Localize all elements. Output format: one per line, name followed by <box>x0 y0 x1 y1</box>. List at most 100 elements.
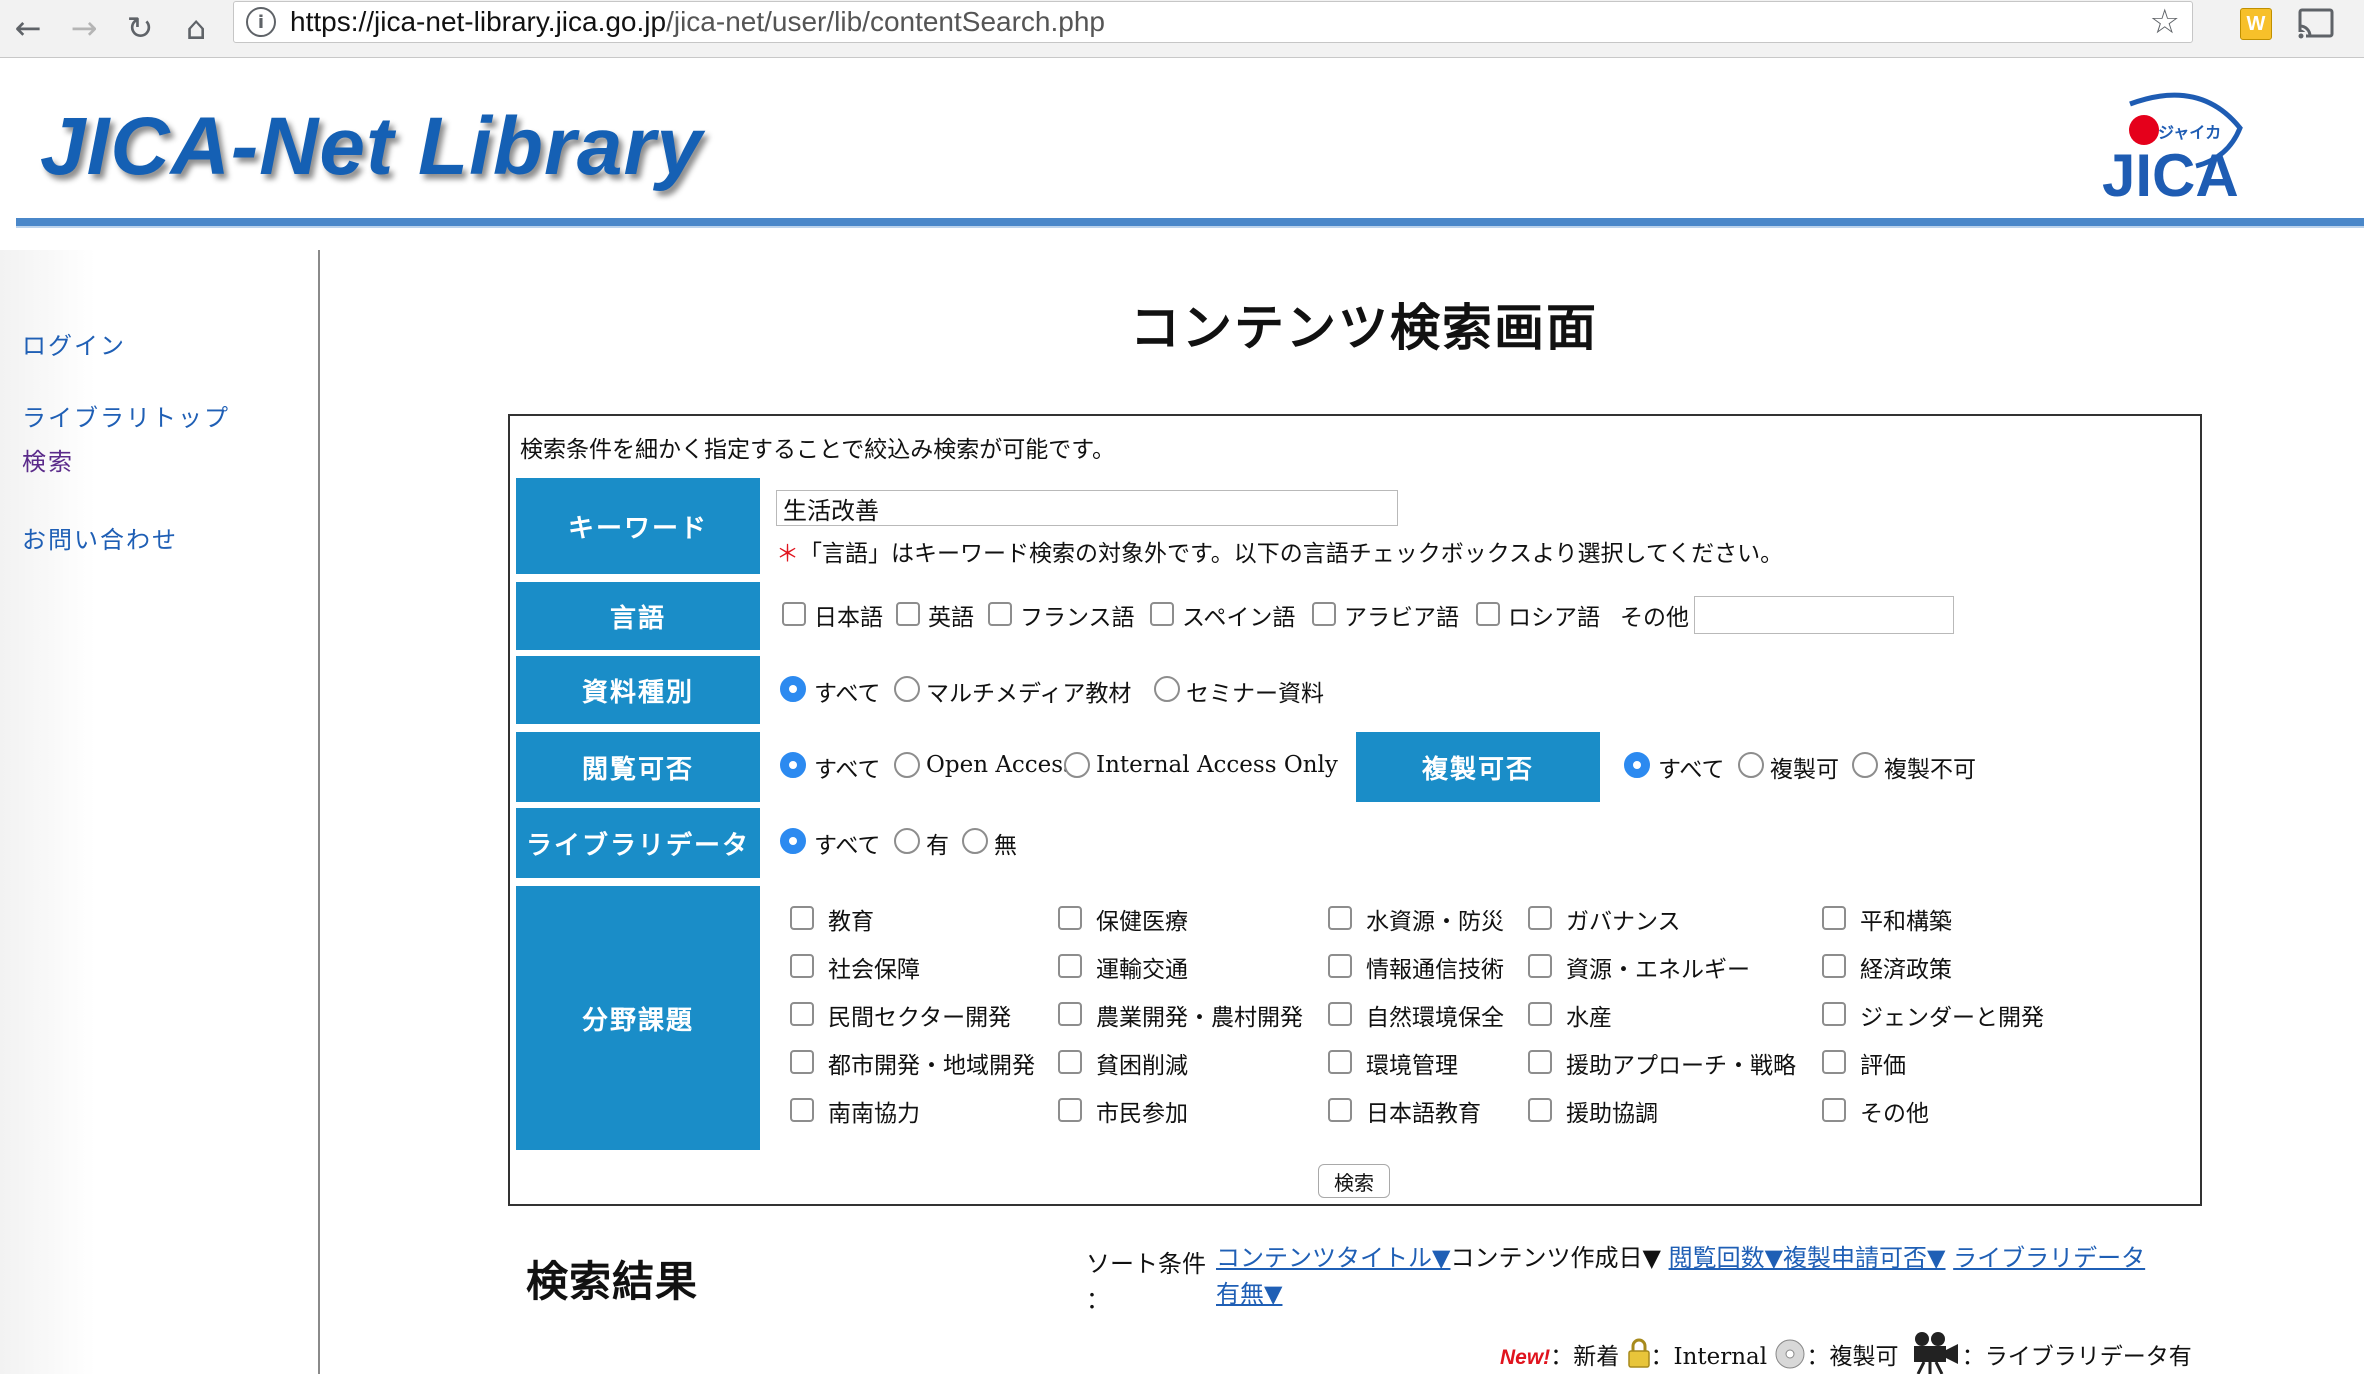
field-option-label: 南南協力 <box>828 1101 920 1127</box>
material-type-radio-multimedia[interactable] <box>894 676 920 702</box>
sidebar-item-login[interactable]: ログイン <box>22 326 126 361</box>
field-option-label: 水資源・防災 <box>1366 909 1504 935</box>
field-checkbox[interactable] <box>1822 1098 1846 1122</box>
disc-icon <box>1774 1338 1806 1374</box>
field-option-label: 水産 <box>1566 1005 1612 1031</box>
language-checkbox-russian[interactable] <box>1476 602 1500 626</box>
field-checkbox[interactable] <box>1058 906 1082 930</box>
language-checkbox-english[interactable] <box>896 602 920 626</box>
field-checkbox[interactable] <box>1822 1002 1846 1026</box>
field-checkbox[interactable] <box>790 1098 814 1122</box>
field-checkbox[interactable] <box>790 954 814 978</box>
field-checkbox[interactable] <box>790 1002 814 1026</box>
library-data-option-no: 無 <box>994 833 1017 859</box>
field-checkbox[interactable] <box>1058 954 1082 978</box>
field-checkbox[interactable] <box>1528 906 1552 930</box>
back-arrow-icon[interactable]: ← <box>6 6 50 50</box>
copy-label: 複製可否 <box>1356 732 1600 802</box>
home-icon[interactable]: ⌂ <box>174 6 218 50</box>
field-checkbox[interactable] <box>1822 1050 1846 1074</box>
browser-toolbar: ← → ↻ ⌂ i https://jica-net-library.jica.… <box>0 0 2364 58</box>
keyword-label: キーワード <box>516 478 760 574</box>
copy-radio-copyable[interactable] <box>1738 752 1764 778</box>
language-checkbox-french[interactable] <box>988 602 1012 626</box>
field-checkbox[interactable] <box>1528 1050 1552 1074</box>
access-radio-internal[interactable] <box>1064 752 1090 778</box>
header-divider <box>16 218 2364 226</box>
reload-icon[interactable]: ↻ <box>118 6 162 50</box>
language-checkbox-japanese[interactable] <box>782 602 806 626</box>
access-radio-all[interactable] <box>780 752 806 778</box>
field-checkbox[interactable] <box>1328 1002 1352 1026</box>
field-checkbox[interactable] <box>1058 1098 1082 1122</box>
field-checkbox[interactable] <box>1528 954 1552 978</box>
library-data-radio-no[interactable] <box>962 828 988 854</box>
cast-icon[interactable] <box>2296 6 2336 42</box>
copy-radio-not-copyable[interactable] <box>1852 752 1878 778</box>
library-data-radio-yes[interactable] <box>894 828 920 854</box>
legend-new: ：新着 <box>1550 1344 1620 1370</box>
new-badge: New! <box>1500 1346 1551 1369</box>
access-option-all: すべて <box>814 757 881 783</box>
language-checkbox-arabic[interactable] <box>1312 602 1336 626</box>
field-option-label: その他 <box>1860 1101 1929 1127</box>
keyword-note: ＊「言語」はキーワード検索の対象外です。以下の言語チェックボックスより選択してく… <box>776 541 1784 567</box>
field-checkbox[interactable] <box>1822 906 1846 930</box>
copy-option-not-copyable: 複製不可 <box>1884 757 1976 783</box>
field-checkbox[interactable] <box>790 906 814 930</box>
movie-camera-icon <box>1906 1330 1962 1374</box>
field-checkbox[interactable] <box>1058 1050 1082 1074</box>
field-checkbox[interactable] <box>1822 954 1846 978</box>
bookmark-star-icon[interactable]: ☆ <box>2150 2 2180 42</box>
library-data-radio-all[interactable] <box>780 828 806 854</box>
field-option-label: 保健医療 <box>1096 909 1188 935</box>
field-option-label: 援助協調 <box>1566 1101 1658 1127</box>
search-button[interactable]: 検索 <box>1318 1164 1390 1198</box>
field-option-label: 資源・エネルギー <box>1566 957 1750 983</box>
sort-options: コンテンツタイトル▼コンテンツ作成日▼ 閲覧回数▼複製申請可否▼ ライブラリデー… <box>1216 1240 2196 1312</box>
sidebar-item-library-top[interactable]: ライブラリトップ <box>22 398 230 433</box>
field-option-label: 農業開発・農村開発 <box>1096 1005 1303 1031</box>
sidebar-item-contact[interactable]: お問い合わせ <box>22 520 178 555</box>
access-label: 閲覧可否 <box>516 732 760 802</box>
field-option-label: 援助アプローチ・戦略 <box>1566 1053 1796 1079</box>
keyword-input[interactable] <box>776 490 1398 526</box>
material-type-option-all: すべて <box>814 681 881 707</box>
field-checkbox[interactable] <box>1328 1050 1352 1074</box>
field-checkbox[interactable] <box>1328 954 1352 978</box>
site-logo[interactable]: JICA-Net Library <box>40 100 703 194</box>
sort-label: ソート条件： <box>1086 1250 1206 1314</box>
field-checkbox[interactable] <box>1328 1098 1352 1122</box>
copy-option-all: すべて <box>1658 757 1725 783</box>
field-checkbox[interactable] <box>1058 1002 1082 1026</box>
field-checkbox[interactable] <box>1528 1098 1552 1122</box>
sort-by-copy-request[interactable]: 複製申請可否▼ <box>1783 1244 1945 1272</box>
legend-internal: ：Internal <box>1650 1344 1768 1370</box>
copy-radio-all[interactable] <box>1624 752 1650 778</box>
info-icon[interactable]: i <box>246 7 276 37</box>
field-option-label: 貧困削減 <box>1096 1053 1188 1079</box>
access-radio-open[interactable] <box>894 752 920 778</box>
field-option-label: ガバナンス <box>1566 909 1681 935</box>
field-checkbox[interactable] <box>790 1050 814 1074</box>
legend-library-data: ：ライブラリデータ有 <box>1961 1344 2192 1370</box>
jica-logo[interactable]: ジャイカ JICA <box>2100 88 2250 209</box>
forward-arrow-icon[interactable]: → <box>62 6 106 50</box>
library-data-label: ライブラリデータ <box>516 808 760 878</box>
material-type-radio-all[interactable] <box>780 676 806 702</box>
material-type-radio-seminar[interactable] <box>1154 676 1180 702</box>
field-checkbox[interactable] <box>1528 1002 1552 1026</box>
language-other-input[interactable] <box>1694 596 1954 634</box>
sort-by-created: コンテンツ作成日▼ <box>1450 1244 1661 1272</box>
field-checkbox[interactable] <box>1328 906 1352 930</box>
field-option-label: 情報通信技術 <box>1366 957 1504 983</box>
language-checkbox-spanish[interactable] <box>1150 602 1174 626</box>
url-text: https://jica-net-library.jica.go.jp/jica… <box>290 6 1105 37</box>
sort-by-views[interactable]: 閲覧回数▼ <box>1669 1244 1783 1272</box>
address-bar[interactable]: i https://jica-net-library.jica.go.jp/ji… <box>233 1 2193 43</box>
library-data-option-yes: 有 <box>926 833 949 859</box>
results-title: 検索結果 <box>526 1257 699 1306</box>
sidebar-item-search[interactable]: 検索 <box>22 442 74 477</box>
extension-icon[interactable]: W <box>2240 8 2272 40</box>
sort-by-title[interactable]: コンテンツタイトル▼ <box>1216 1244 1450 1272</box>
